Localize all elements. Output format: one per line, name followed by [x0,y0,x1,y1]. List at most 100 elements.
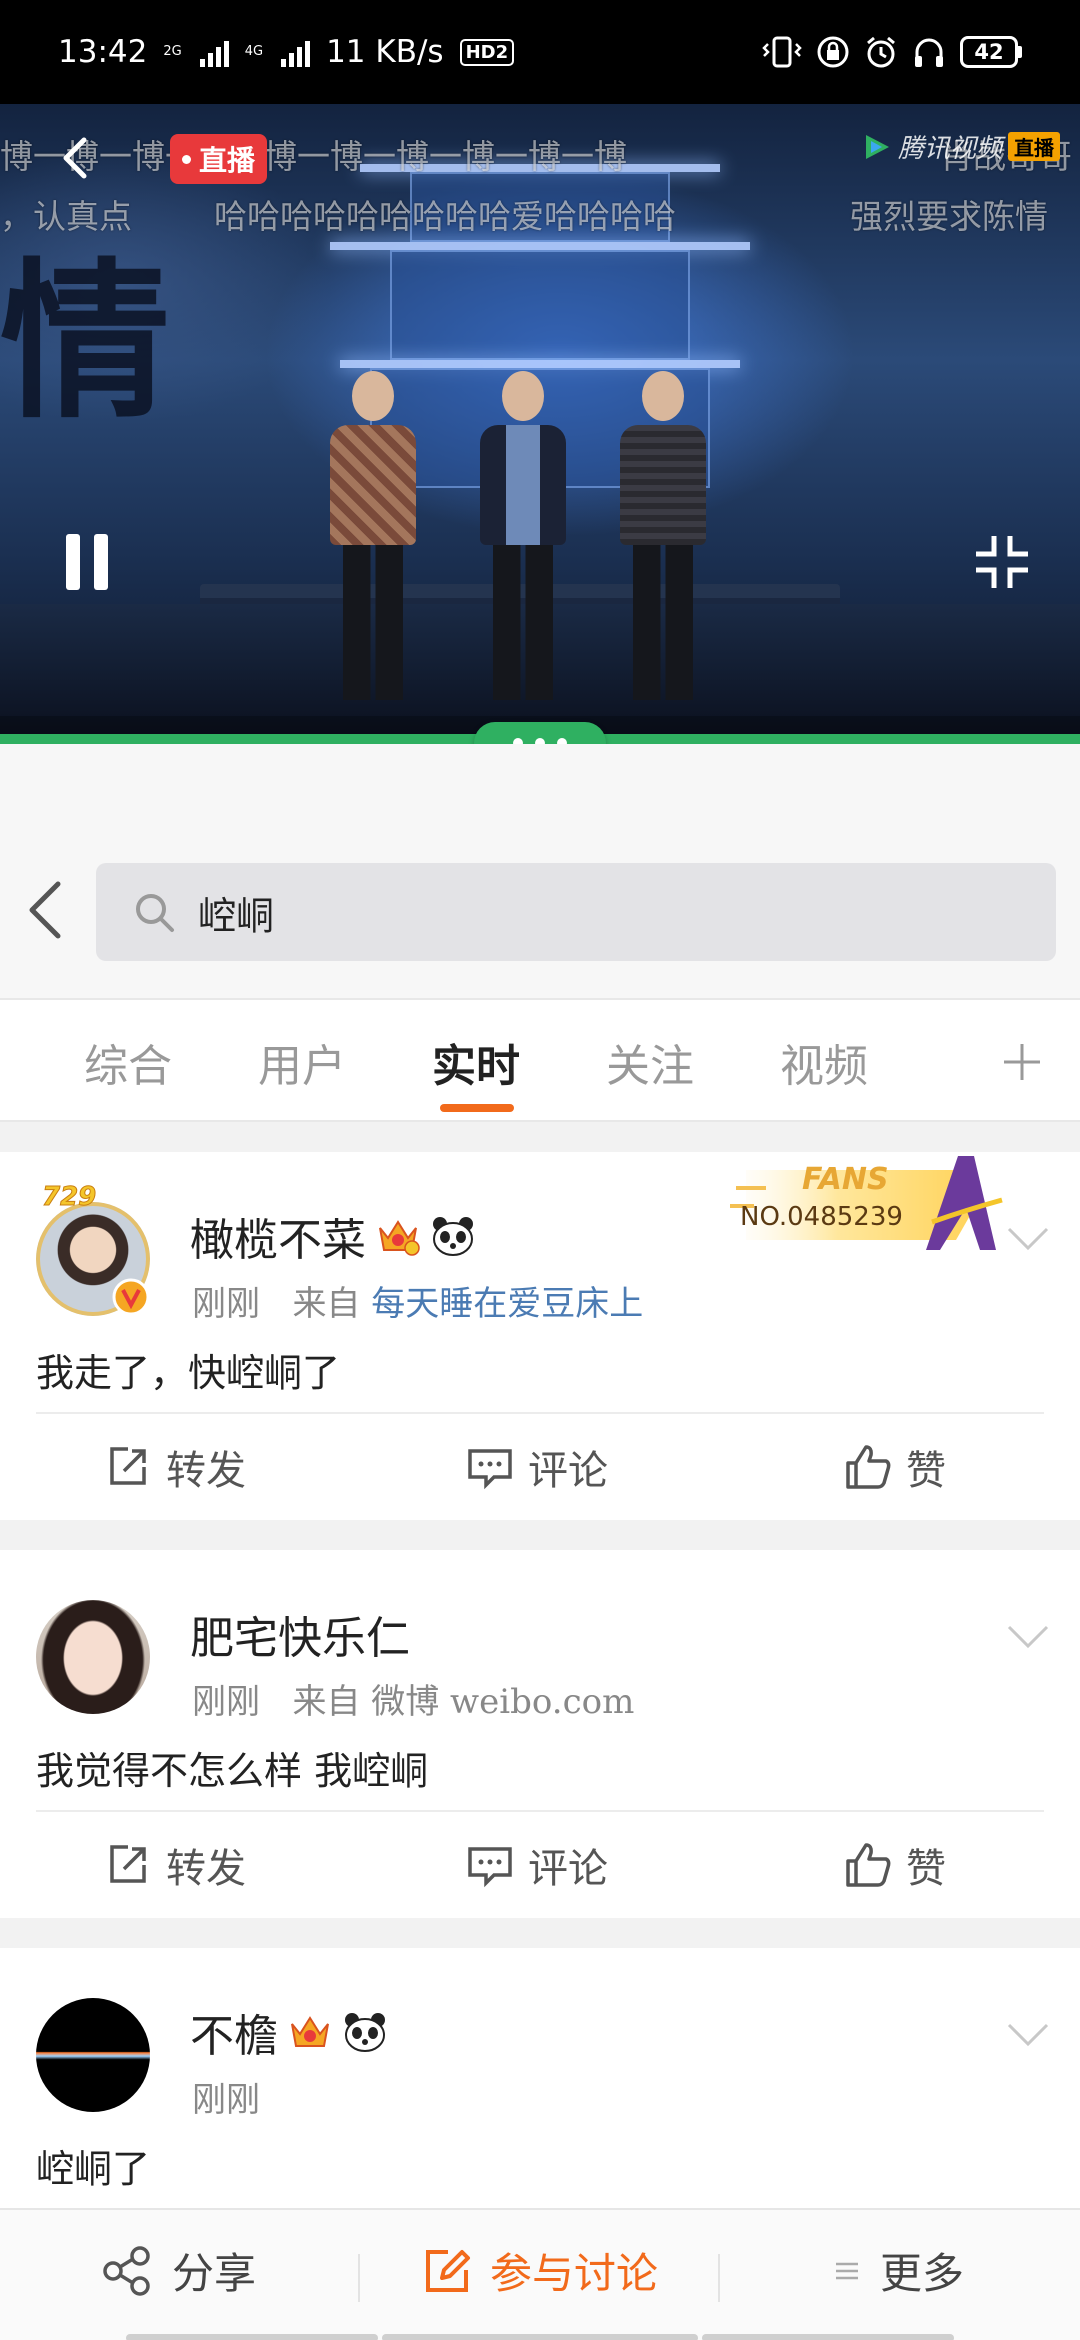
tab-following[interactable]: 关注 [606,1030,694,1094]
danmaku-comment: 强烈要求陈情 [850,197,1048,236]
video-back-icon[interactable] [54,136,98,180]
network-speed: 11 KB/s [326,34,444,70]
comment-button[interactable]: 评论 [466,1438,608,1496]
tencent-video-icon [865,134,889,159]
feed-post[interactable]: 肥宅快乐仁 刚刚 来自 微博 weibo.com 我觉得不怎么样 我崆峒 转发 … [0,1550,1080,1918]
avatar[interactable] [36,1998,150,2112]
like-label: 赞 [906,1448,946,1494]
status-right: 42 [762,34,1022,70]
app-root: 13:42 2G 4G 11 KB/s HD2 42 情 博一博一博一博一博一博… [0,0,1080,2340]
repost-button[interactable]: 转发 [104,1836,246,1894]
tencent-video-logo: 腾讯视频 直播 [862,128,1060,165]
post-content[interactable]: 崆峒了 [36,2138,150,2193]
tab-comprehensive[interactable]: 综合 [84,1030,172,1094]
search-query-text: 崆峒 [198,893,275,938]
post-username-row: 橄榄不菜 [190,1204,476,1268]
danmaku-comment: ，认真点 [0,197,132,236]
post-menu-chevron-icon[interactable] [1006,2022,1050,2048]
like-icon [846,1445,891,1489]
tencent-video-name: 腾讯视频 [897,134,1002,164]
post-meta: 刚刚 [192,2072,260,2121]
search-back-icon[interactable] [26,880,66,940]
more-button[interactable]: 更多 [832,2240,964,2301]
pause-button[interactable] [66,534,114,590]
hd-voice-icon: HD2 [459,38,515,66]
comment-label: 评论 [528,1448,608,1494]
live-badge-label: 直播 [199,144,256,177]
home-indicator [702,2334,954,2340]
like-button[interactable]: 赞 [844,1836,946,1894]
add-tab-icon[interactable] [1000,1040,1044,1084]
feed-post[interactable]: 不檐 刚刚 崆峒了 [0,1948,1080,2208]
fans-card: FANS NO.0485239 [726,1150,1006,1260]
post-username[interactable]: 不檐 [190,2000,278,2064]
repost-label: 转发 [166,1846,246,1892]
performer-3 [620,371,706,700]
search-input[interactable]: 崆峒 [96,863,1056,961]
verified-badge-icon [112,1278,150,1316]
vibrate-icon [762,36,802,68]
join-discussion-button[interactable]: 参与讨论 [422,2240,658,2301]
status-left: 13:42 2G 4G 11 KB/s HD2 [58,34,515,70]
exit-fullscreen-icon[interactable] [972,532,1032,592]
lock-rotation-icon [817,36,849,68]
share-button[interactable]: 分享 [100,2240,256,2301]
repost-button[interactable]: 转发 [104,1438,246,1496]
bottom-action-bar: 分享 参与讨论 更多 [0,2208,1080,2340]
panda-badge-icon [345,2013,385,2052]
post-time: 刚刚 [192,1682,260,1722]
headphones-icon [915,38,943,67]
post-time: 刚刚 [192,2080,260,2120]
live-badge: 直播 [170,134,268,184]
fans-number: NO.0485239 [740,1202,903,1232]
home-indicator [126,2334,378,2340]
like-button[interactable]: 赞 [844,1438,946,1496]
post-username-row: 肥宅快乐仁 [190,1602,410,1666]
post-username-row: 不檐 [190,2000,388,2064]
bottom-separator [718,2254,720,2302]
divider [36,1810,1044,1812]
join-discussion-label: 参与讨论 [490,2249,659,2298]
tab-realtime[interactable]: 实时 [432,1030,520,1094]
post-username[interactable]: 肥宅快乐仁 [190,1602,410,1666]
post-meta: 刚刚 来自 微博 weibo.com [192,1674,634,1723]
post-menu-chevron-icon[interactable] [1006,1226,1050,1252]
repost-icon [110,1447,146,1485]
post-actions: 转发 评论 赞 [0,1814,1080,1918]
post-actions: 转发 评论 赞 [0,1416,1080,1520]
comment-label: 评论 [528,1846,608,1892]
status-bar: 13:42 2G 4G 11 KB/s HD2 42 [0,0,1080,104]
divider [36,1412,1044,1414]
fans-label: FANS [802,1162,889,1197]
member-crown-icon [379,1220,420,1256]
tab-videos[interactable]: 视频 [780,1030,868,1094]
battery-level: 42 [960,36,1018,68]
tab-users[interactable]: 用户 [258,1030,346,1094]
home-indicator [382,2334,698,2340]
post-content[interactable]: 我走了，快崆峒了 [36,1342,340,1397]
comment-button[interactable]: 评论 [466,1836,608,1894]
post-username[interactable]: 橄榄不菜 [190,1204,366,1268]
search-icon [136,894,174,932]
status-time: 13:42 [58,34,148,70]
post-menu-chevron-icon[interactable] [1006,1624,1050,1650]
repost-icon [110,1845,146,1883]
share-icon [103,2245,150,2296]
alarm-icon [867,36,895,68]
post-source-link[interactable]: 每天睡在爱豆床上 [371,1284,643,1324]
active-tab-indicator [440,1104,514,1112]
performer-2 [480,371,566,700]
avatar[interactable] [36,1600,150,1714]
network-label-2g: 2G [163,44,182,59]
repost-label: 转发 [166,1448,246,1494]
share-label: 分享 [172,2249,257,2298]
member-crown-icon [291,2016,329,2047]
post-content[interactable]: 我觉得不怎么样 我崆峒 [36,1740,428,1795]
live-video-player[interactable]: 情 博一博一博一博一博一博一博一博一博一博 ，认真点 哈哈哈哈哈哈哈哈哈爱哈哈哈… [0,104,1080,744]
tencent-video-live-tag: 直播 [1008,132,1060,161]
avatar-badge-text: 729 [41,1182,97,1213]
danmaku-comment: 哈哈哈哈哈哈哈哈哈爱哈哈哈哈 [214,197,676,236]
network-type-1: 2G [163,44,182,59]
feed-post[interactable]: 729 橄榄不菜 刚刚 来自 每天睡在爱豆床上 我走了，快崆峒了 FANS NO… [0,1152,1080,1520]
calligraphy-backdrop: 情 [0,242,171,442]
